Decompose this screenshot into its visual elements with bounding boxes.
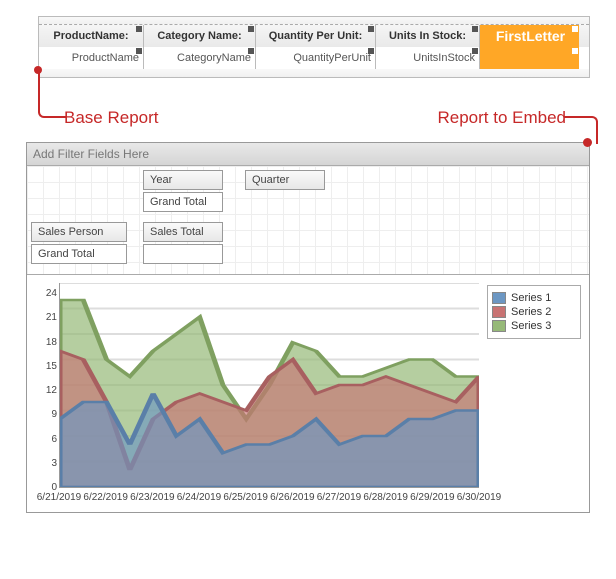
embed-placeholder-detail[interactable]: [480, 47, 579, 69]
header-label: Category Name:: [157, 30, 241, 42]
header-label: Units In Stock:: [389, 30, 466, 42]
smart-tag-icon[interactable]: [572, 48, 578, 54]
header-label: Quantity Per Unit:: [269, 30, 363, 42]
pivot-filter-bar[interactable]: Add Filter Fields Here: [27, 143, 589, 166]
smart-tag-icon[interactable]: [572, 26, 578, 32]
field-binding: QuantityPerUnit: [293, 52, 371, 64]
smart-tag-icon[interactable]: [472, 26, 478, 32]
annotation-layer: Base Report Report to Embed: [64, 108, 566, 128]
legend-swatch-icon: [492, 320, 506, 332]
smart-tag-icon[interactable]: [472, 48, 478, 54]
field-productname[interactable]: ProductName: [39, 47, 144, 69]
pivot-col-grand-total[interactable]: Grand Total: [143, 192, 223, 212]
filter-hint: Add Filter Fields Here: [33, 147, 149, 161]
field-binding: UnitsInStock: [413, 52, 475, 64]
smart-tag-icon[interactable]: [136, 26, 142, 32]
band-ruler-top: [39, 17, 589, 25]
y-axis-ticks: 24 21 18 15 12 9 6 3 0: [33, 283, 57, 488]
pivot-empty-cell: [143, 244, 223, 264]
col-header-quantityperunit[interactable]: Quantity Per Unit:: [256, 25, 376, 47]
pivot-row-grand-total[interactable]: Grand Total: [31, 244, 127, 264]
smart-tag-icon[interactable]: [248, 26, 254, 32]
legend-swatch-icon: [492, 292, 506, 304]
header-row: ProductName: Category Name: Quantity Per…: [39, 25, 589, 47]
embedded-report-designer: Add Filter Fields Here Year Quarter Gran…: [26, 142, 590, 513]
chart-legend: Series 1 Series 2 Series 3: [487, 285, 581, 339]
embed-caption: FirstLetter: [496, 28, 565, 44]
pivot-layout[interactable]: Year Quarter Grand Total Sales Person Gr…: [27, 166, 589, 274]
legend-item-3: Series 3: [492, 320, 576, 332]
callout-report-to-embed: Report to Embed: [437, 108, 566, 128]
pivot-row-field-salesperson[interactable]: Sales Person: [31, 222, 127, 242]
callout-base-report: Base Report: [64, 108, 159, 128]
col-header-productname[interactable]: ProductName:: [39, 25, 144, 47]
legend-swatch-icon: [492, 306, 506, 318]
band-ruler-bottom: [39, 69, 589, 77]
field-categoryname[interactable]: CategoryName: [144, 47, 256, 69]
legend-item-2: Series 2: [492, 306, 576, 318]
field-binding: ProductName: [72, 52, 139, 64]
col-header-unitsinstock[interactable]: Units In Stock:: [376, 25, 480, 47]
base-report-designer: ProductName: Category Name: Quantity Per…: [38, 16, 590, 78]
x-axis-ticks: 6/21/20196/22/20196/23/20196/24/20196/25…: [59, 492, 479, 508]
chart-control[interactable]: 24 21 18 15 12 9 6 3 0 6/21/20196/22/201…: [27, 274, 589, 512]
pivot-col-field-year[interactable]: Year: [143, 170, 223, 190]
pivot-col-field-quarter[interactable]: Quarter: [245, 170, 325, 190]
smart-tag-icon[interactable]: [368, 26, 374, 32]
field-unitsinstock[interactable]: UnitsInStock: [376, 47, 480, 69]
embed-placeholder-header[interactable]: FirstLetter: [480, 25, 579, 47]
legend-item-1: Series 1: [492, 292, 576, 304]
col-header-categoryname[interactable]: Category Name:: [144, 25, 256, 47]
detail-row: ProductName CategoryName QuantityPerUnit…: [39, 47, 589, 69]
field-quantityperunit[interactable]: QuantityPerUnit: [256, 47, 376, 69]
header-label: ProductName:: [53, 30, 128, 42]
smart-tag-icon[interactable]: [368, 48, 374, 54]
smart-tag-icon[interactable]: [136, 48, 142, 54]
field-binding: CategoryName: [177, 52, 251, 64]
plot-area: [59, 283, 479, 488]
pivot-data-field-salestotal[interactable]: Sales Total: [143, 222, 223, 242]
smart-tag-icon[interactable]: [248, 48, 254, 54]
